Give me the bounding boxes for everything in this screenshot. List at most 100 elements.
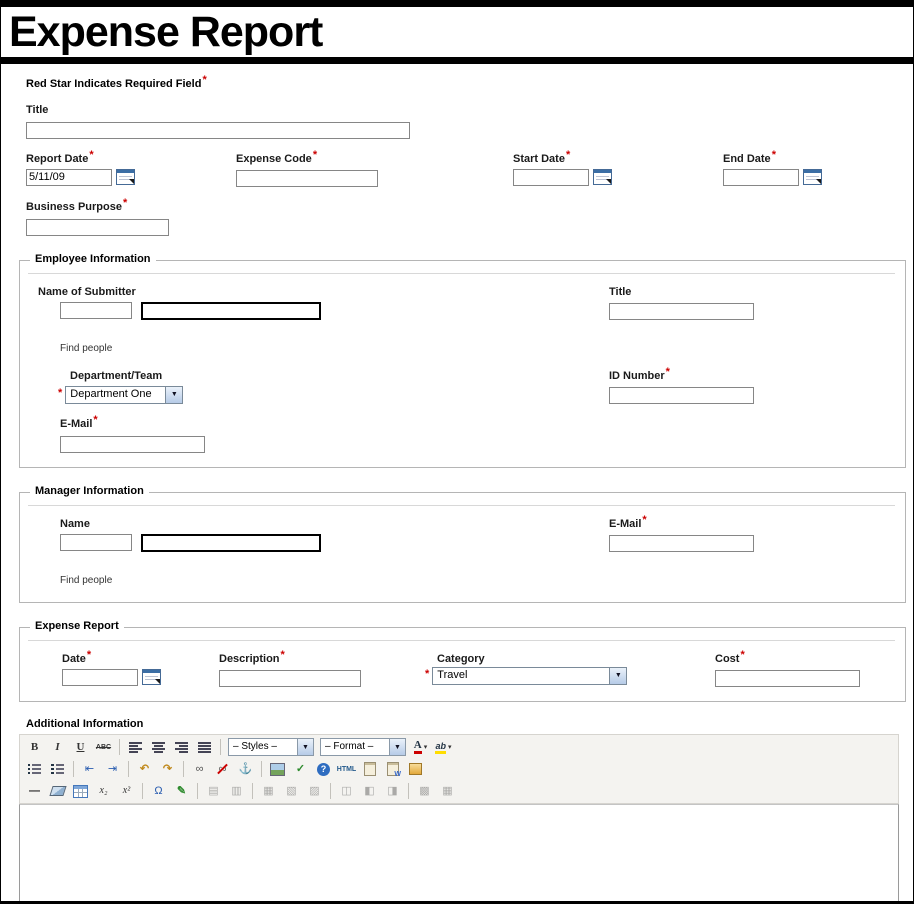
required-star: *	[58, 387, 62, 399]
strikethrough-button[interactable]: ABC	[93, 737, 114, 757]
required-star: *	[566, 149, 570, 161]
bold-button[interactable]: B	[24, 737, 45, 757]
outdent-button[interactable]: ⇤	[79, 759, 100, 779]
required-star: *	[666, 366, 670, 378]
employee-email-label: E-Mail*	[60, 418, 609, 430]
split-cell-button: ◨	[382, 781, 403, 801]
required-note-text: Red Star Indicates Required Field	[26, 78, 201, 90]
chevron-down-icon: ▼	[165, 387, 182, 403]
find-people-link[interactable]: Find people	[60, 343, 112, 354]
insert-table-button[interactable]	[70, 781, 91, 801]
required-star: *	[425, 668, 429, 680]
title-input[interactable]	[26, 122, 410, 139]
description-label: Description*	[219, 653, 437, 665]
additional-information-label: Additional Information	[26, 718, 905, 730]
manager-name-label: Name	[60, 518, 609, 530]
superscript-button[interactable]: x²	[116, 781, 137, 801]
manager-fullname-input[interactable]	[141, 534, 321, 552]
italic-button[interactable]: I	[47, 737, 68, 757]
cost-label: Cost*	[715, 653, 905, 665]
id-number-input[interactable]	[609, 387, 754, 404]
ordered-list-button[interactable]	[47, 759, 68, 779]
employee-email-input[interactable]	[60, 436, 205, 453]
category-select[interactable]: Travel ▼	[432, 667, 627, 685]
required-star: *	[281, 649, 285, 661]
expense-date-calendar-button[interactable]	[142, 669, 161, 685]
manager-email-input[interactable]	[609, 535, 754, 552]
divider	[28, 640, 895, 641]
title-divider-bar	[1, 57, 913, 64]
paste-button[interactable]	[359, 759, 380, 779]
unlink-button[interactable]: ∞	[212, 759, 233, 779]
align-left-button[interactable]	[125, 737, 146, 757]
start-date-calendar-button[interactable]	[593, 169, 612, 185]
format-select[interactable]: – Format –▼	[320, 738, 406, 756]
chevron-down-icon: ▼	[609, 668, 626, 684]
employee-information-group: Employee Information Name of Submitter F…	[19, 260, 906, 468]
link-button[interactable]: ∞	[189, 759, 210, 779]
insert-entry-link-button[interactable]	[405, 759, 426, 779]
subscript-button[interactable]: x₂	[93, 781, 114, 801]
report-date-label: Report Date*	[26, 153, 236, 165]
underline-button[interactable]: U	[70, 737, 91, 757]
required-star: *	[93, 414, 97, 426]
unordered-list-button[interactable]	[24, 759, 45, 779]
submitter-shortname-input[interactable]	[60, 302, 132, 319]
find-people-link[interactable]: Find people	[60, 575, 112, 586]
align-right-button[interactable]	[171, 737, 192, 757]
toolbar-separator	[330, 783, 331, 799]
expense-code-input[interactable]	[236, 170, 378, 187]
expense-date-input[interactable]	[62, 669, 138, 686]
start-date-input[interactable]	[513, 169, 589, 186]
special-character-button[interactable]: Ω	[148, 781, 169, 801]
undo-button[interactable]: ↶	[134, 759, 155, 779]
submitter-fullname-input[interactable]	[141, 302, 321, 320]
manager-shortname-input[interactable]	[60, 534, 132, 551]
chevron-down-icon: ▼	[297, 739, 313, 755]
report-date-calendar-button[interactable]	[116, 169, 135, 185]
spellcheck-button[interactable]: ✓	[290, 759, 311, 779]
align-justify-button[interactable]	[194, 737, 215, 757]
align-center-button[interactable]	[148, 737, 169, 757]
remove-format-button[interactable]	[47, 781, 68, 801]
image-button[interactable]	[267, 759, 288, 779]
paste-from-word-button[interactable]	[382, 759, 403, 779]
text-color-button[interactable]: A▾	[410, 737, 431, 757]
required-star: *	[313, 149, 317, 161]
toolbar-separator	[220, 739, 221, 755]
expense-report-legend: Expense Report	[30, 620, 124, 632]
department-label: Department/Team	[70, 370, 609, 382]
styles-select[interactable]: – Styles –▼	[228, 738, 314, 756]
highlight-color-button[interactable]: ab▾	[433, 737, 454, 757]
indent-button[interactable]: ⇥	[102, 759, 123, 779]
end-date-label: End Date*	[723, 153, 905, 165]
department-select-value: Department One	[66, 387, 165, 403]
category-select-value: Travel	[433, 668, 609, 684]
description-input[interactable]	[219, 670, 361, 687]
required-star: *	[123, 197, 127, 209]
manager-email-label: E-Mail*	[609, 518, 905, 530]
id-number-label: ID Number*	[609, 370, 905, 382]
cost-input[interactable]	[715, 670, 860, 687]
manager-information-legend: Manager Information	[30, 485, 149, 497]
editor-body[interactable]	[19, 804, 899, 904]
employee-title-input[interactable]	[609, 303, 754, 320]
toolbar-separator	[128, 761, 129, 777]
end-date-input[interactable]	[723, 169, 799, 186]
help-button[interactable]: ?	[313, 759, 334, 779]
report-date-input[interactable]	[26, 169, 112, 186]
end-date-calendar-button[interactable]	[803, 169, 822, 185]
redo-button[interactable]: ↷	[157, 759, 178, 779]
toolbar-separator	[183, 761, 184, 777]
form-body: Red Star Indicates Required Field* Title…	[1, 64, 913, 904]
html-source-button[interactable]: HTML	[336, 759, 357, 779]
anchor-button[interactable]: ⚓	[235, 759, 256, 779]
required-star: *	[87, 649, 91, 661]
business-purpose-input[interactable]	[26, 219, 169, 236]
table-properties-button: ▩	[414, 781, 435, 801]
toolbar-separator	[197, 783, 198, 799]
insert-template-button[interactable]: ✎	[171, 781, 192, 801]
department-select[interactable]: Department One ▼	[65, 386, 183, 404]
required-star: *	[772, 149, 776, 161]
horizontal-rule-button[interactable]: —	[24, 781, 45, 801]
